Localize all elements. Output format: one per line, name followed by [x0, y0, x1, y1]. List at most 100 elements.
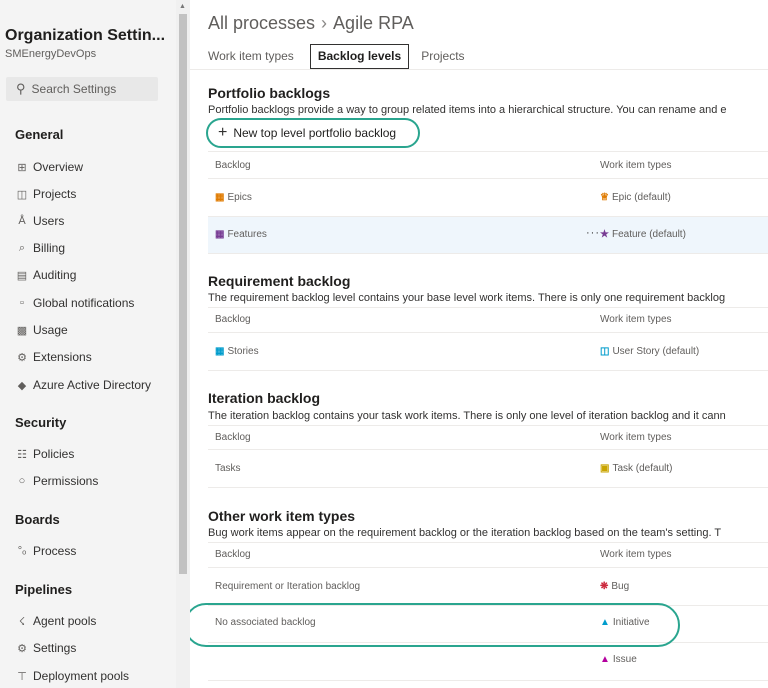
table-row-epics[interactable]: ▦ Epics ♕ Epic (default) — [208, 180, 768, 216]
backlog-icon: ▦ — [215, 229, 225, 240]
azure-ad-icon: ◆ — [17, 379, 27, 392]
table-row-stories[interactable]: ▦ Stories ◫ User Story (default) — [208, 333, 768, 369]
work-item-type-cell: ♕ Epic (default) — [600, 192, 671, 203]
breadcrumb: All processes › Agile RPA — [208, 13, 414, 34]
backlog-label: Epics — [227, 192, 252, 203]
col-work-item-types[interactable]: Work item types — [600, 160, 672, 171]
row-divider — [208, 487, 768, 488]
sidebar-item-usage[interactable]: ▩ Usage — [15, 321, 68, 339]
flask-icon: ▲ — [600, 654, 610, 665]
table-row-tasks[interactable]: Tasks ▣ Task (default) — [208, 450, 768, 486]
sidebar-item-label: Users — [33, 214, 65, 228]
highlight-callout — [190, 603, 680, 647]
backlog-label: Features — [227, 229, 267, 240]
table-row-issue[interactable]: ▲ Issue — [208, 643, 768, 679]
tab-work-item-types[interactable]: Work item types — [208, 44, 304, 69]
permissions-icon: ○ — [18, 475, 26, 487]
col-backlog[interactable]: Backlog — [215, 432, 251, 443]
breadcrumb-root[interactable]: All processes — [208, 13, 315, 33]
work-item-type-cell: ★ Feature (default) — [600, 229, 686, 240]
sidebar-item-auditing[interactable]: ▤ Auditing — [15, 266, 77, 284]
scroll-up-icon[interactable]: ▲ — [179, 3, 186, 10]
sidebar-item-projects[interactable]: ◫ Projects — [15, 185, 77, 203]
col-backlog[interactable]: Backlog — [215, 314, 251, 325]
tab-backlog-levels[interactable]: Backlog levels — [309, 44, 410, 69]
col-work-item-types[interactable]: Work item types — [600, 549, 672, 560]
sidebar-item-global-notifications[interactable]: ▫ Global notifications — [15, 294, 134, 312]
sidebar-item-agent-pools[interactable]: ☇ Agent pools — [15, 612, 97, 630]
backlog-icon: ▦ — [215, 346, 225, 357]
search-settings-input[interactable]: ⚲ Search Settings — [6, 77, 158, 101]
section-security: Security — [15, 415, 67, 430]
sidebar-item-extensions[interactable]: ⚙ Extensions — [15, 348, 92, 366]
work-item-type-label: Task (default) — [612, 463, 673, 474]
sidebar-item-overview[interactable]: ⊞ Overview — [15, 158, 83, 176]
auditing-icon: ▤ — [16, 269, 28, 282]
more-options-icon[interactable]: ··· — [586, 227, 600, 239]
sidebar-scrollbar[interactable]: ▲ — [176, 0, 190, 688]
sidebar-item-process[interactable]: °ₒ Process — [15, 542, 77, 560]
policies-icon: ☷ — [17, 448, 27, 461]
sidebar-item-label: Global notifications — [33, 296, 135, 310]
org-title[interactable]: Organization Settin... — [5, 27, 165, 45]
users-icon: Å — [18, 215, 26, 227]
col-work-item-types[interactable]: Work item types — [600, 432, 672, 443]
backlog-cell: Requirement or Iteration backlog — [215, 581, 360, 592]
col-backlog[interactable]: Backlog — [215, 160, 251, 171]
iteration-description: The iteration backlog contains your task… — [208, 410, 726, 422]
work-item-type-label: Issue — [612, 654, 637, 665]
sidebar-item-label: Deployment pools — [33, 669, 130, 683]
sidebar-item-label: Projects — [33, 187, 77, 201]
sidebar-item-label: Extensions — [33, 350, 92, 364]
settings-sidebar: Organization Settin... SMEnergyDevOps ⚲ … — [0, 0, 176, 688]
work-item-type-cell: ▣ Task (default) — [600, 463, 672, 474]
new-portfolio-backlog-button[interactable]: + New top level portfolio backlog — [206, 118, 420, 148]
settings-icon: ⚙ — [17, 642, 27, 655]
extensions-icon: ⚙ — [17, 351, 27, 364]
tab-bar: Work item types Backlog levels Projects — [208, 44, 481, 69]
sidebar-item-label: Auditing — [33, 268, 77, 282]
projects-icon: ◫ — [16, 188, 28, 201]
section-general: General — [15, 127, 64, 142]
row-divider — [208, 253, 768, 254]
search-placeholder: Search Settings — [31, 82, 117, 96]
sidebar-item-settings[interactable]: ⚙ Settings — [15, 639, 76, 657]
portfolio-description: Portfolio backlogs provide a way to grou… — [208, 104, 727, 116]
other-title: Other work item types — [208, 508, 356, 524]
sidebar-item-policies[interactable]: ☷ Policies — [15, 445, 74, 463]
sidebar-item-label: Usage — [33, 323, 68, 337]
bug-icon: ❋ — [600, 581, 609, 592]
sidebar-item-azure-active-directory[interactable]: ◆ Azure Active Directory — [15, 376, 151, 394]
table-row-features[interactable]: ▦ Features ··· ★ Feature (default) — [208, 217, 768, 253]
sidebar-item-permissions[interactable]: ○ Permissions — [15, 472, 99, 490]
sidebar-item-label: Agent pools — [33, 614, 97, 628]
portfolio-title: Portfolio backlogs — [208, 85, 331, 101]
breadcrumb-current: Agile RPA — [333, 13, 414, 33]
section-pipelines: Pipelines — [15, 582, 73, 597]
sidebar-item-billing[interactable]: ⌕ Billing — [15, 239, 65, 257]
backlog-cell: ▦ Features — [215, 229, 267, 240]
sidebar-item-label: Settings — [33, 641, 77, 655]
plus-icon: + — [218, 124, 228, 141]
sidebar-item-deployment-pools[interactable]: ⊤ Deployment pools — [15, 667, 129, 685]
usage-icon: ▩ — [16, 324, 28, 337]
iteration-title: Iteration backlog — [208, 390, 321, 406]
col-work-item-types[interactable]: Work item types — [600, 314, 672, 325]
backlog-label: Tasks — [215, 463, 241, 474]
trophy-icon: ★ — [600, 229, 609, 240]
crown-icon: ♕ — [600, 192, 609, 203]
scrollbar-thumb[interactable] — [179, 14, 187, 574]
billing-icon: ⌕ — [18, 241, 26, 254]
sidebar-item-users[interactable]: Å Users — [15, 212, 64, 230]
tab-projects[interactable]: Projects — [421, 44, 474, 69]
table-header-divider — [208, 425, 768, 426]
col-backlog[interactable]: Backlog — [215, 549, 251, 560]
main-content: All processes › Agile RPA Work item types … — [190, 0, 768, 688]
backlog-label: Requirement or Iteration backlog — [215, 581, 361, 592]
work-item-type-label: User Story (default) — [612, 346, 700, 357]
work-item-type-label: Epic (default) — [611, 192, 671, 203]
table-row-bug[interactable]: Requirement or Iteration backlog ❋ Bug — [208, 568, 768, 604]
tabs-divider — [190, 69, 768, 70]
notifications-icon: ▫ — [20, 297, 24, 309]
table-header-divider — [208, 151, 768, 152]
